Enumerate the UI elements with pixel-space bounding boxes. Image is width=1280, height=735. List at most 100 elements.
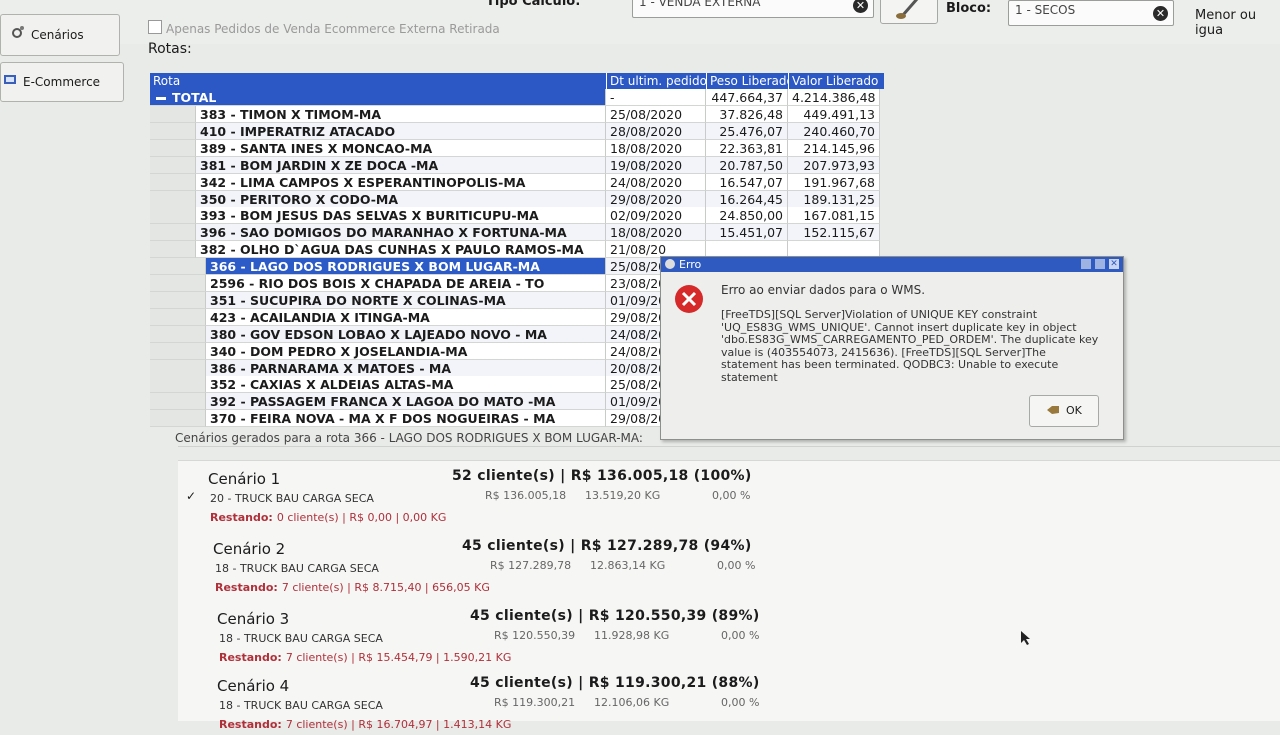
cenario-valor: R$ 119.300,21: [494, 696, 576, 709]
vehicle-label: 18 - TRUCK BAU CARGA SECA: [215, 562, 379, 575]
ecommerce-button[interactable]: E-Commerce: [0, 62, 124, 102]
cenario-peso: 11.928,98 KG: [594, 629, 670, 642]
route-name-cell: 392 - PASSAGEM FRANCA X LAGOA DO MATO -M…: [206, 393, 606, 411]
cenario-valor: R$ 127.289,78: [490, 559, 572, 572]
tree-indent: [150, 139, 196, 157]
valor-cell: 207.973,93: [788, 156, 880, 174]
column-header-valor[interactable]: Valor Liberado: [788, 73, 884, 89]
last-order-date-cell: 29/08/2020: [606, 190, 706, 208]
tree-indent: [150, 275, 206, 292]
error-icon: [675, 285, 703, 313]
tree-indent: [150, 156, 196, 174]
dialog-titlebar[interactable]: Erro ✕: [661, 257, 1123, 272]
ok-button[interactable]: OK: [1029, 395, 1099, 427]
cenario-summary: 45 cliente(s) | R$ 127.289,78 (94%): [462, 538, 752, 554]
table-row[interactable]: 410 - IMPERATRIZ ATACADO 28/08/2020 25.476…: [150, 122, 880, 140]
table-row[interactable]: 393 - BOM JESUS DAS SELVAS X BURITICUPU-…: [150, 207, 880, 225]
restando-label: Restando:: [219, 651, 282, 664]
check-icon: ✓: [186, 489, 197, 503]
route-name-cell: 393 - BOM JESUS DAS SELVAS X BURITICUPU-…: [196, 207, 606, 225]
tipo-calculo-combo[interactable]: 1 - VENDA EXTERNA ✕: [632, 0, 874, 18]
cenario-title: Cenário 1: [208, 470, 281, 488]
route-name-cell: 386 - PARNARAMA X MATOES - MA: [206, 359, 606, 377]
apenas-ecommerce-checkbox[interactable]: [148, 20, 162, 34]
ok-hand-icon: [1047, 406, 1059, 414]
restando-label: Restando:: [210, 511, 273, 524]
column-header-rota[interactable]: Rota: [150, 73, 609, 89]
tree-indent: [150, 393, 206, 411]
restando-line: Restando: 0 cliente(s) | R$ 0,00 | 0,00 K…: [210, 511, 446, 524]
error-detail-line: 'dbo.ES83G_WMS_CARREGAMENTO_PED_ORDEM'. …: [721, 333, 1099, 346]
tree-indent: [150, 410, 206, 428]
peso-cell: 15.451,07: [706, 224, 788, 242]
bloco-label: Bloco:: [946, 1, 992, 16]
tree-indent: [150, 190, 196, 208]
cenario-peso: 13.519,20 KG: [585, 489, 661, 502]
route-name-cell: 396 - SAO DOMIGOS DO MARANHAO X FORTUNA-…: [196, 224, 606, 242]
route-name-cell: 380 - GOV EDSON LOBAO X LAJEADO NOVO - M…: [206, 325, 606, 343]
tree-indent: [150, 241, 196, 259]
tree-indent: [150, 258, 206, 276]
cenario-summary: 45 cliente(s) | R$ 120.550,39 (89%): [470, 608, 760, 624]
table-row[interactable]: 350 - PERITORO X CODO-MA 29/08/2020 16.264…: [150, 190, 880, 208]
restando-label: Restando:: [215, 581, 278, 594]
cenarios-gerados-label: Cenários gerados para a rota 366 - LAGO …: [175, 431, 643, 445]
tree-indent: [150, 106, 196, 123]
clear-icon[interactable]: ✕: [1153, 6, 1168, 21]
total-peso: 447.664,37: [706, 89, 788, 106]
table-row[interactable]: 381 - BOM JARDIN X ZE DOCA -MA 19/08/2020…: [150, 156, 880, 174]
valor-cell: 240.460,70: [788, 122, 880, 140]
cenarios-button[interactable]: Cenários: [0, 14, 120, 56]
column-header-peso[interactable]: Peso Liberado: [706, 73, 792, 89]
restando-line: Restando: 7 cliente(s) | R$ 15.454,79 | 1…: [219, 651, 511, 664]
maximize-icon[interactable]: [1095, 259, 1105, 269]
bloco-combo[interactable]: 1 - SECOS ✕: [1008, 0, 1174, 26]
valor-cell: 214.145,96: [788, 139, 880, 157]
cenario-valor: R$ 136.005,18: [485, 489, 567, 502]
bloco-value: 1 - SECOS: [1015, 3, 1076, 17]
restando-value: 7 cliente(s) | R$ 15.454,79 | 1.590,21 K…: [285, 651, 512, 664]
tipo-calculo-label: Tipo Cálculo:: [486, 0, 581, 9]
brush-button[interactable]: [880, 0, 938, 24]
route-name-cell: 383 - TIMON X TIMOM-MA: [196, 106, 606, 123]
total-row[interactable]: TOTAL - 447.664,37 4.214.386,48: [150, 89, 880, 106]
minimize-icon[interactable]: [1081, 259, 1091, 269]
valor-cell: 167.081,15: [788, 207, 880, 225]
close-icon[interactable]: ✕: [1109, 259, 1119, 269]
route-name-cell: 351 - SUCUPIRA DO NORTE X COLINAS-MA: [206, 291, 606, 309]
cenario-title: Cenário 4: [217, 677, 290, 695]
cenario-peso: 12.863,14 KG: [590, 559, 666, 572]
route-name-cell: 342 - LIMA CAMPOS X ESPERANTINOPOLIS-MA: [196, 173, 606, 191]
valor-cell: 189.131,25: [788, 190, 880, 208]
tree-indent: [150, 207, 196, 225]
tree-indent: [150, 325, 206, 343]
dialog-title: Erro: [679, 258, 702, 271]
last-order-date-cell: 18/08/2020: [606, 224, 706, 242]
tree-indent: [150, 308, 206, 326]
ecommerce-icon: [4, 75, 16, 84]
cenario-percent: 0,00 %: [721, 629, 760, 642]
valor-cell: 152.115,67: [788, 224, 880, 242]
route-name-cell: 340 - DOM PEDRO X JOSELANDIA-MA: [206, 342, 606, 360]
cenario-peso: 12.106,06 KG: [594, 696, 670, 709]
error-details: [FreeTDS][SQL Server]Violation of UNIQUE…: [721, 308, 1116, 384]
tree-indent: [150, 173, 196, 191]
tree-indent: [150, 359, 206, 377]
table-row[interactable]: 342 - LIMA CAMPOS X ESPERANTINOPOLIS-MA 2…: [150, 173, 880, 191]
rotas-label: Rotas:: [148, 41, 192, 57]
tipo-calculo-value: 1 - VENDA EXTERNA: [639, 0, 761, 9]
route-name-cell: 381 - BOM JARDIN X ZE DOCA -MA: [196, 156, 606, 174]
table-row[interactable]: 389 - SANTA INES X MONCAO-MA 18/08/2020 22…: [150, 139, 880, 157]
cenario-percent: 0,00 %: [721, 696, 760, 709]
cenario-percent: 0,00 %: [717, 559, 756, 572]
vehicle-label: 20 - TRUCK BAU CARGA SECA: [210, 492, 374, 505]
tree-indent: [150, 291, 206, 309]
column-header-dt[interactable]: Dt ultim. pedido: [606, 73, 710, 89]
table-row[interactable]: 383 - TIMON X TIMOM-MA 25/08/2020 37.826,4…: [150, 106, 880, 123]
collapse-icon[interactable]: [156, 97, 166, 100]
tree-indent: [150, 224, 196, 242]
last-order-date-cell: 25/08/2020: [606, 106, 706, 123]
table-row[interactable]: 396 - SAO DOMIGOS DO MARANHAO X FORTUNA-…: [150, 224, 880, 242]
cenario-summary: 45 cliente(s) | R$ 119.300,21 (88%): [470, 675, 760, 691]
clear-icon[interactable]: ✕: [853, 0, 868, 13]
